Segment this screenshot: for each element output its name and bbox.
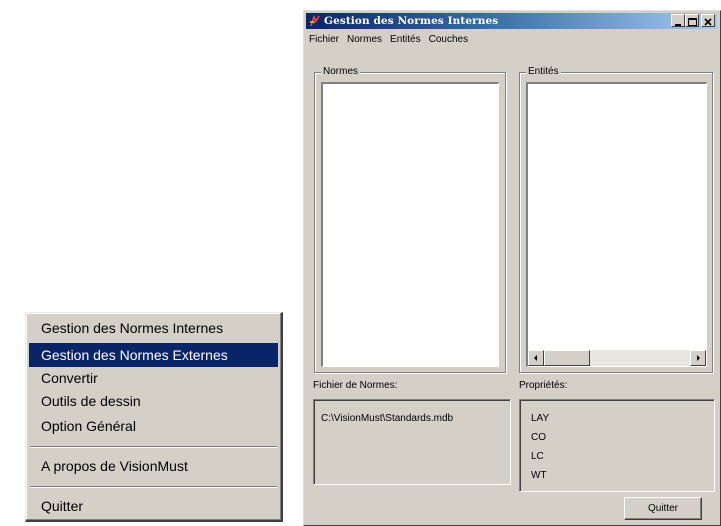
menu-item-quitter[interactable]: Quitter bbox=[29, 494, 278, 518]
entites-group-label: Entités bbox=[526, 66, 561, 77]
propriete-item: LAY bbox=[531, 413, 550, 424]
minimize-button[interactable] bbox=[671, 14, 685, 27]
quit-button[interactable]: Quitter bbox=[624, 497, 702, 520]
proprietes-panel: LAY CO LC WT bbox=[519, 399, 715, 492]
normes-list[interactable] bbox=[321, 82, 499, 367]
title-bar[interactable]: Gestion des Normes Internes bbox=[306, 13, 717, 29]
maximize-button[interactable] bbox=[685, 14, 699, 27]
proprietes-label: Propriétés: bbox=[519, 380, 568, 391]
entites-hscrollbar[interactable] bbox=[528, 350, 706, 366]
propriete-item: CO bbox=[531, 432, 546, 443]
window-title: Gestion des Normes Internes bbox=[324, 15, 499, 27]
propriete-item: LC bbox=[531, 451, 544, 462]
entites-list[interactable] bbox=[526, 82, 707, 367]
fichier-normes-label: Fichier de Normes: bbox=[313, 380, 398, 391]
app-icon bbox=[308, 14, 322, 28]
menu-item-a-propos[interactable]: A propos de VisionMust bbox=[29, 454, 278, 478]
normes-group-label: Normes bbox=[321, 66, 361, 77]
menu-bar: Fichier Normes Entités Couches bbox=[306, 31, 472, 47]
menu-item-option-general[interactable]: Option Général bbox=[29, 414, 278, 438]
main-window: Gestion des Normes Internes Fichier Norm… bbox=[303, 10, 721, 526]
propriete-item: WT bbox=[531, 470, 547, 481]
menu-separator bbox=[30, 486, 277, 488]
minimize-icon bbox=[675, 24, 681, 26]
menu-item-normes-externes[interactable]: Gestion des Normes Externes bbox=[29, 343, 278, 367]
menu-separator bbox=[30, 446, 277, 448]
close-button[interactable] bbox=[701, 14, 715, 27]
context-menu: Gestion des Normes Internes Gestion des … bbox=[25, 312, 283, 522]
entites-group: Entités bbox=[519, 66, 713, 373]
menu-normes[interactable]: Normes bbox=[343, 34, 386, 45]
menu-item-outils-dessin[interactable]: Outils de dessin bbox=[29, 389, 278, 413]
menu-item-normes-internes[interactable]: Gestion des Normes Internes bbox=[29, 316, 278, 340]
menu-item-convertir[interactable]: Convertir bbox=[29, 366, 278, 390]
scroll-left-button[interactable] bbox=[528, 350, 544, 366]
scroll-thumb[interactable] bbox=[544, 350, 590, 366]
fichier-normes-panel: C:\VisionMust\Standards.mdb bbox=[313, 399, 511, 485]
normes-group: Normes bbox=[314, 66, 506, 373]
maximize-icon bbox=[688, 18, 697, 26]
menu-fichier[interactable]: Fichier bbox=[306, 34, 343, 45]
scroll-track[interactable] bbox=[590, 350, 690, 366]
close-icon bbox=[704, 18, 712, 26]
scroll-right-button[interactable] bbox=[690, 350, 706, 366]
fichier-normes-path: C:\VisionMust\Standards.mdb bbox=[321, 413, 454, 424]
menu-couches[interactable]: Couches bbox=[425, 34, 472, 45]
arrow-left-icon bbox=[534, 355, 537, 361]
menu-entites[interactable]: Entités bbox=[386, 34, 425, 45]
arrow-right-icon bbox=[697, 355, 700, 361]
